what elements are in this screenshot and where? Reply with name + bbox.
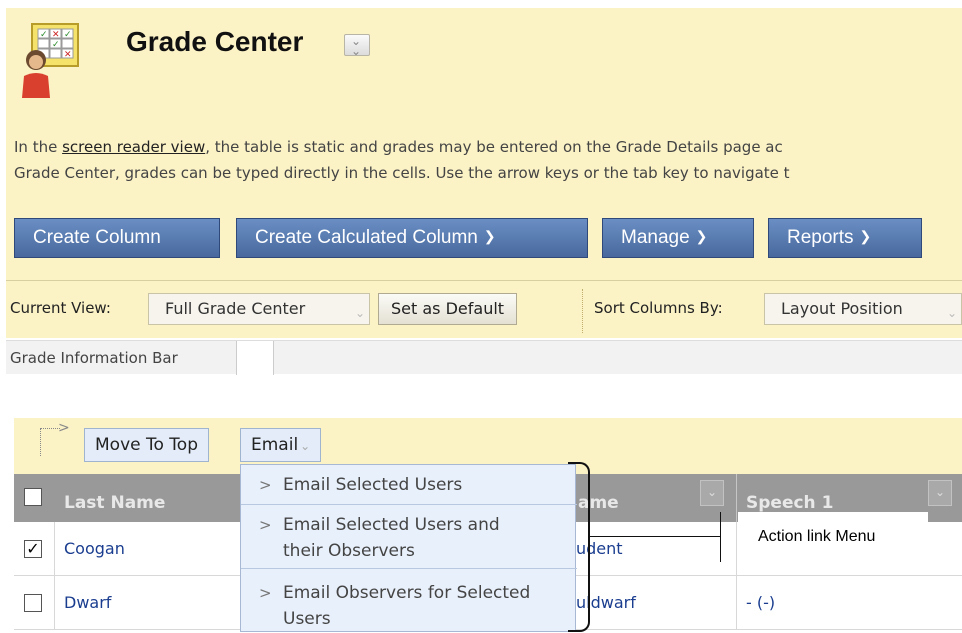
page-header: ✓ ✕ ✓ ✓ ✕ Grade Center ⌄ ⌄ In the screen …: [6, 8, 962, 290]
last-name-cell[interactable]: Coogan: [64, 522, 125, 576]
column-menu-button[interactable]: ⌄: [928, 480, 952, 506]
arrow-right-icon: >: [58, 420, 70, 436]
grade-information-bar: Grade Information Bar: [6, 340, 962, 375]
column-header-last-name[interactable]: Last Name: [64, 474, 165, 522]
chevron-right-icon: >: [259, 516, 272, 534]
select-all-checkbox[interactable]: [24, 488, 42, 506]
menu-item-email-selected-users[interactable]: > Email Selected Users: [241, 465, 577, 505]
divider: [736, 474, 737, 522]
svg-text:✕: ✕: [52, 30, 60, 40]
view-bar: Current View: Full Grade Center ⌄ Set as…: [6, 280, 962, 338]
chevron-right-icon: >: [259, 584, 272, 602]
current-view-select[interactable]: Full Grade Center ⌄: [148, 293, 370, 325]
email-button[interactable]: Email ⌄: [240, 428, 322, 462]
create-calculated-column-button[interactable]: Create Calculated Column ❯: [236, 218, 588, 258]
speech-1-cell[interactable]: - (-): [746, 576, 775, 630]
sort-columns-select[interactable]: Layout Position ⌄: [764, 293, 962, 325]
svg-text:✓: ✓: [52, 40, 60, 50]
chevron-down-icon: ⌄: [354, 306, 365, 320]
chevron-down-icon: ⌄: [300, 439, 311, 453]
callout-line: [590, 536, 720, 537]
title-menu-button[interactable]: ⌄ ⌄: [344, 34, 370, 58]
grade-information-label: Grade Information Bar: [10, 349, 178, 367]
double-chevron-down-icon: ⌄ ⌄: [351, 34, 361, 58]
intro-text: In the screen reader view, the table is …: [14, 138, 790, 182]
create-column-button[interactable]: Create Column: [14, 218, 220, 258]
column-menu-button[interactable]: ⌄: [700, 480, 724, 506]
svg-text:✓: ✓: [64, 30, 72, 40]
menu-item-email-selected-users-observers[interactable]: > Email Selected Users and their Observe…: [241, 505, 577, 569]
current-view-label: Current View:: [10, 299, 111, 317]
last-name-cell[interactable]: Dwarf: [64, 576, 111, 630]
callout-tick: [720, 512, 721, 562]
info-bar-cell: [236, 341, 274, 375]
row-checkbox[interactable]: [24, 594, 42, 612]
svg-text:✓: ✓: [40, 30, 48, 40]
arrow-guide: [40, 428, 60, 456]
page-title: Grade Center: [126, 26, 304, 57]
chevron-down-icon: ❯: [483, 228, 496, 244]
manage-button[interactable]: Manage ❯: [602, 218, 754, 258]
chevron-down-icon: ⌄: [946, 306, 957, 320]
callout-label: Action link Menu: [738, 512, 928, 562]
callout-brace: [568, 462, 590, 632]
reports-button[interactable]: Reports ❯: [768, 218, 922, 258]
divider: [582, 289, 583, 333]
svg-text:✕: ✕: [64, 50, 72, 60]
menu-item-email-observers[interactable]: > Email Observers for Selected Users: [241, 569, 577, 633]
sort-columns-label: Sort Columns By:: [594, 299, 723, 317]
chevron-down-icon: ❯: [695, 228, 708, 244]
move-to-top-button[interactable]: Move To Top: [84, 428, 209, 462]
email-menu: > Email Selected Users > Email Selected …: [240, 464, 577, 633]
screen-reader-view-link[interactable]: screen reader view: [62, 138, 205, 156]
set-as-default-button[interactable]: Set as Default: [378, 293, 518, 325]
chevron-down-icon: ❯: [859, 228, 872, 244]
grade-center-icon: ✓ ✕ ✓ ✓ ✕: [22, 23, 79, 98]
chevron-right-icon: >: [259, 476, 272, 494]
row-checkbox[interactable]: ✓: [24, 540, 42, 558]
